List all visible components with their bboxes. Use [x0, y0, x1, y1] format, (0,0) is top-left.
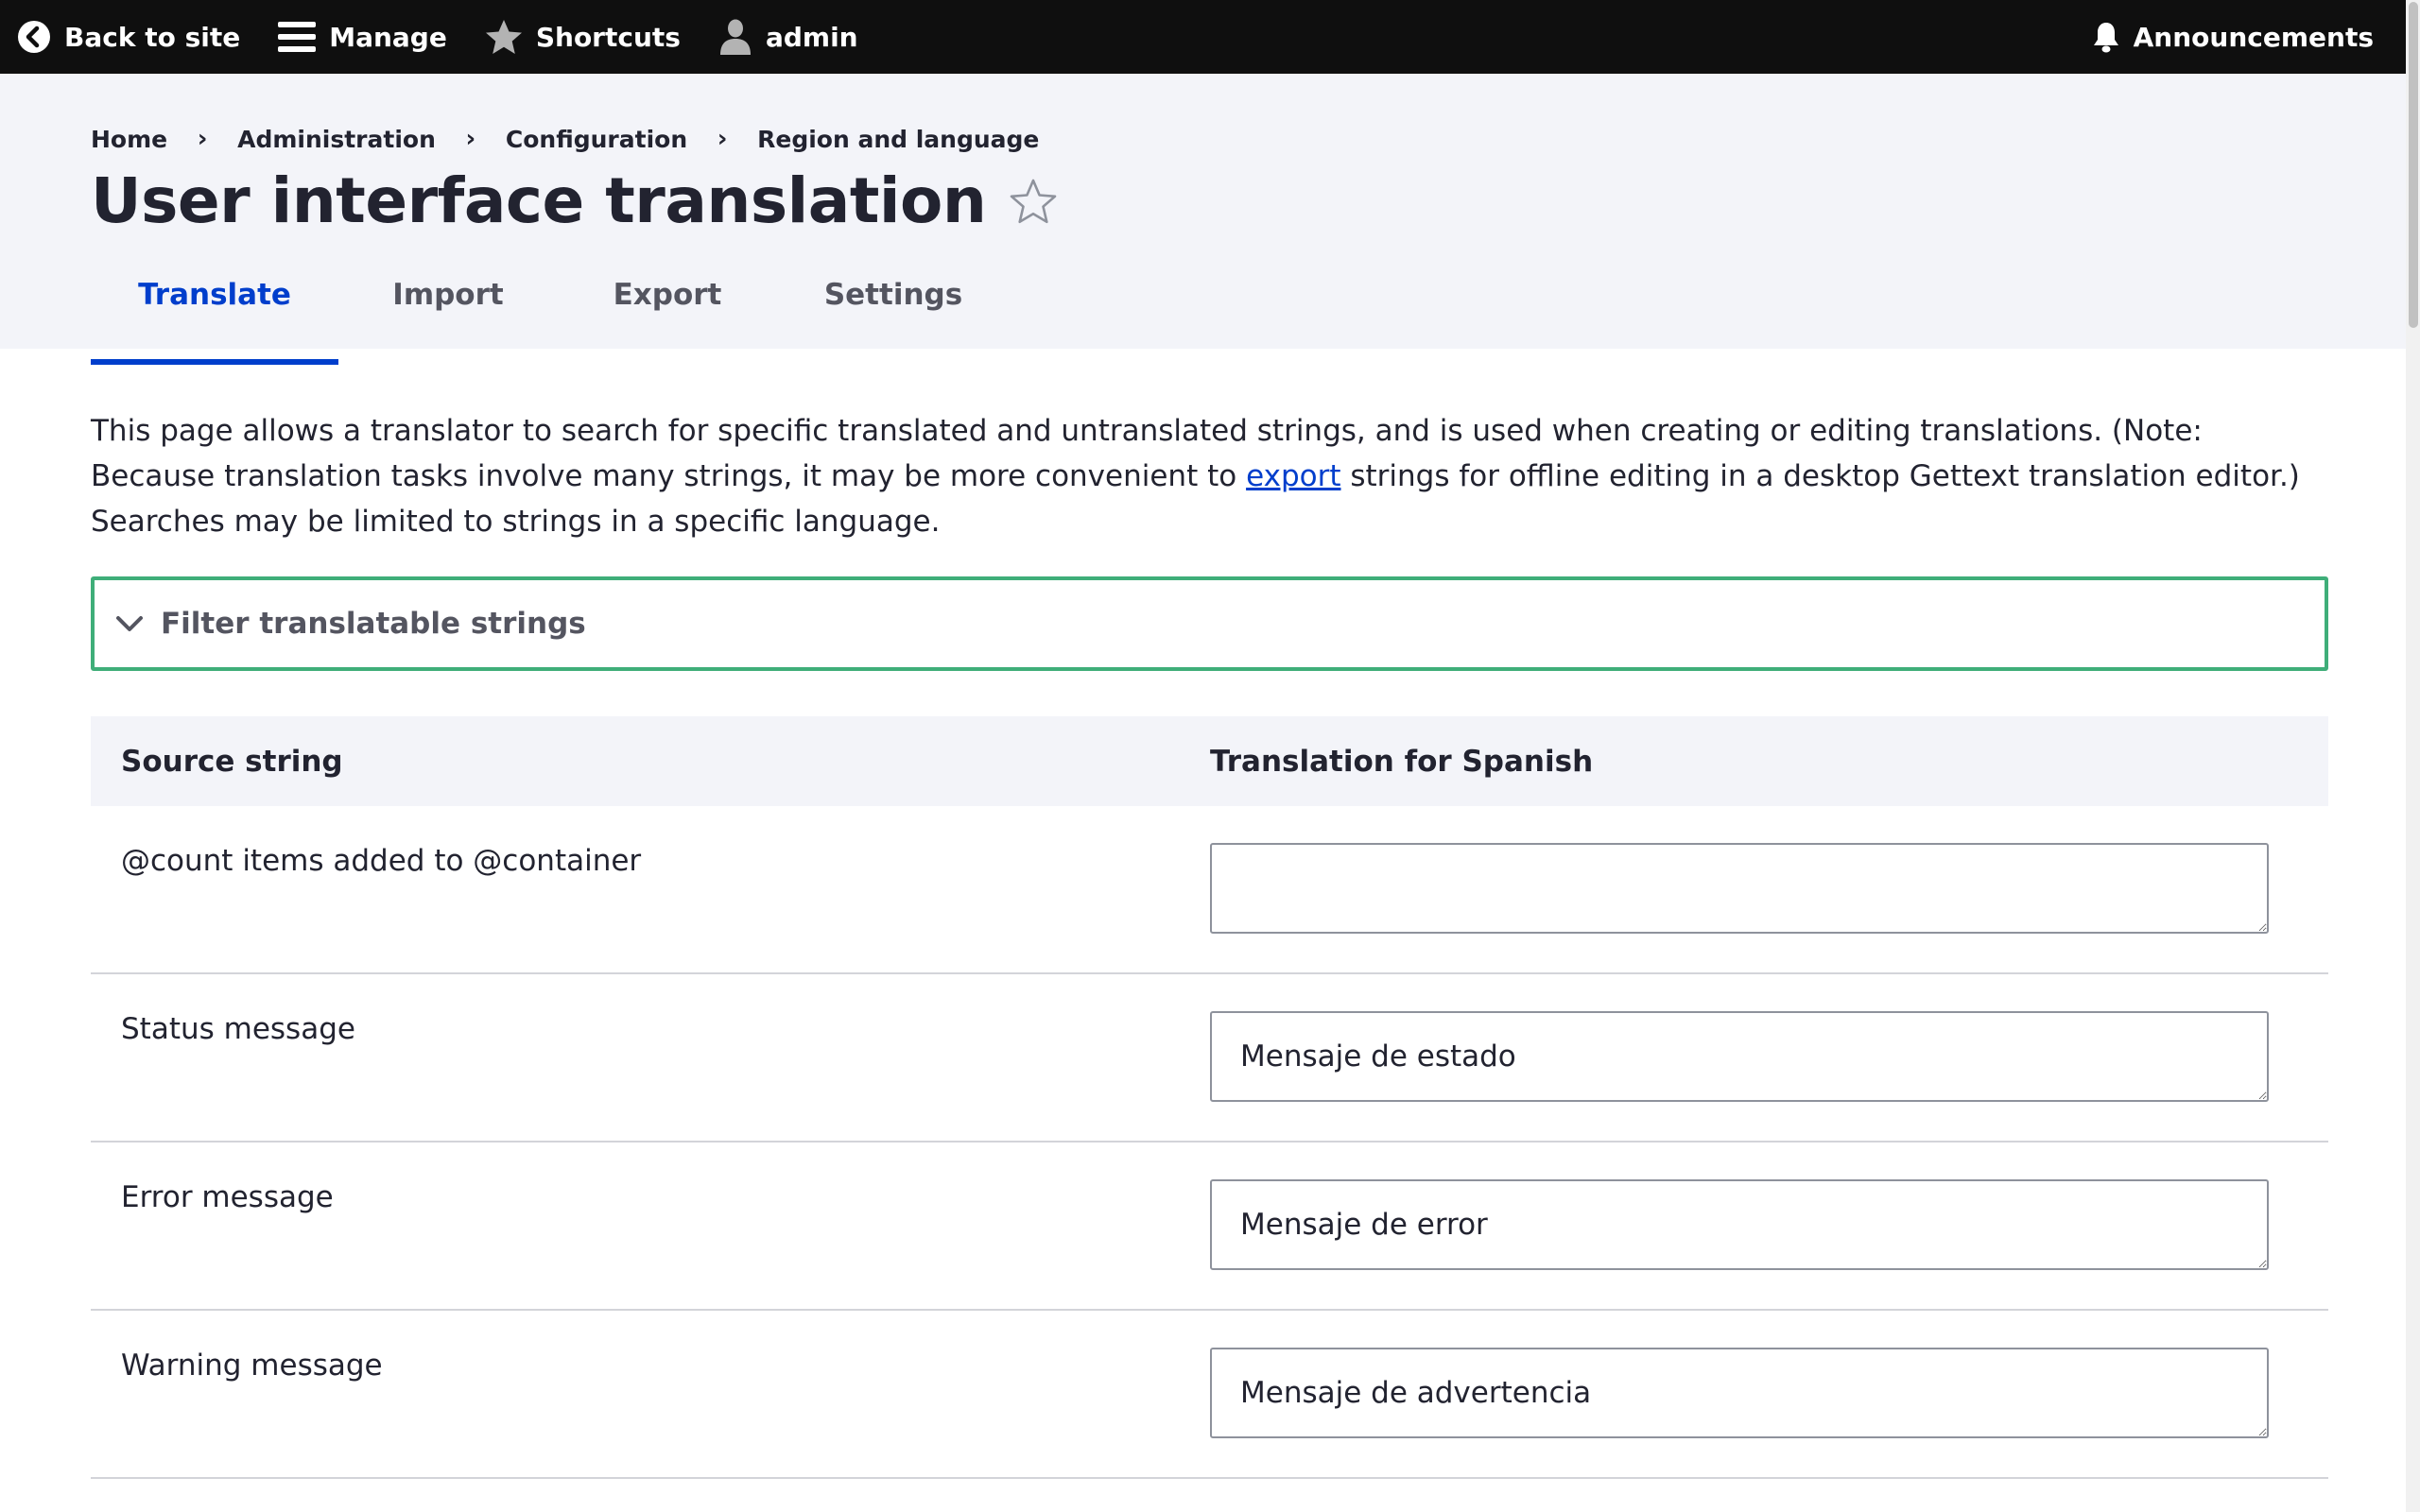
shortcuts-label: Shortcuts — [535, 21, 681, 53]
breadcrumb-administration[interactable]: Administration — [237, 126, 436, 153]
header-translation: Translation for Spanish — [1210, 744, 1594, 779]
breadcrumb-home[interactable]: Home — [91, 126, 167, 153]
page-header: Home › Administration › Configuration › … — [0, 74, 2406, 365]
translation-textarea[interactable] — [1210, 843, 2269, 934]
translation-textarea[interactable]: Mensaje de advertencia — [1210, 1348, 2269, 1438]
translation-textarea[interactable]: Mensaje de error — [1210, 1179, 2269, 1270]
translation-table: Source string Translation for Spanish @c… — [91, 716, 2328, 1479]
filter-label: Filter translatable strings — [161, 607, 586, 641]
source-string: Status message — [121, 1012, 355, 1046]
tab-import-label: Import — [392, 278, 504, 312]
tab-translate-label: Translate — [138, 278, 291, 312]
tab-import[interactable]: Import — [338, 272, 558, 359]
user-icon — [718, 19, 752, 55]
tab-settings-label: Settings — [823, 278, 963, 312]
page-scrollbar[interactable] — [2406, 0, 2420, 1512]
back-to-site-link[interactable]: Back to site — [0, 0, 259, 74]
table-row: Status message Mensaje de estado — [91, 974, 2328, 1143]
translation-cell: Mensaje de estado — [1210, 974, 2269, 1141]
tab-export[interactable]: Export — [558, 272, 777, 359]
user-menu-button[interactable]: admin — [700, 0, 877, 74]
admin-toolbar: Back to site Manage Shortcuts admin Anno… — [0, 0, 2406, 74]
breadcrumb-separator: › — [197, 125, 208, 153]
export-link[interactable]: export — [1246, 459, 1340, 493]
tab-export-label: Export — [613, 278, 722, 312]
table-row: @count items added to @container — [91, 806, 2328, 974]
shortcuts-menu-button[interactable]: Shortcuts — [466, 0, 700, 74]
table-row: Error message Mensaje de error — [91, 1143, 2328, 1311]
translation-cell: Mensaje de advertencia — [1210, 1311, 2269, 1477]
source-string: Error message — [121, 1180, 334, 1214]
primary-tabs: Translate Import Export Settings — [91, 272, 1010, 365]
table-header: Source string Translation for Spanish — [91, 716, 2328, 806]
star-icon — [485, 19, 523, 55]
breadcrumb-separator: › — [717, 125, 728, 153]
breadcrumb-region-language[interactable]: Region and language — [757, 126, 1039, 153]
hamburger-icon — [278, 20, 317, 54]
chevron-left-circle-icon — [17, 20, 51, 54]
breadcrumb: Home › Administration › Configuration › … — [91, 125, 1039, 153]
breadcrumb-separator: › — [465, 125, 476, 153]
bell-icon — [2092, 21, 2120, 53]
announcements-label: Announcements — [2133, 21, 2374, 53]
filter-translatable-strings-toggle[interactable]: Filter translatable strings — [91, 576, 2328, 671]
tab-settings[interactable]: Settings — [777, 272, 1010, 359]
translation-textarea[interactable]: Mensaje de estado — [1210, 1011, 2269, 1102]
manage-label: Manage — [329, 21, 447, 53]
breadcrumb-configuration[interactable]: Configuration — [506, 126, 687, 153]
back-to-site-label: Back to site — [64, 21, 241, 53]
source-string: Warning message — [121, 1349, 383, 1383]
add-shortcut-star-icon[interactable] — [1009, 178, 1058, 225]
translation-cell — [1210, 806, 2269, 972]
header-source-string: Source string — [121, 744, 343, 779]
translation-cell: Mensaje de error — [1210, 1143, 2269, 1309]
page-description: This page allows a translator to search … — [91, 408, 2331, 544]
source-string: @count items added to @container — [121, 844, 642, 878]
table-row: Warning message Mensaje de advertencia — [91, 1311, 2328, 1479]
chevron-down-icon — [115, 614, 144, 633]
user-label: admin — [765, 21, 858, 53]
announcements-button[interactable]: Announcements — [2073, 0, 2406, 74]
tab-translate[interactable]: Translate — [91, 272, 338, 365]
scrollbar-thumb[interactable] — [2409, 2, 2418, 328]
manage-menu-button[interactable]: Manage — [259, 0, 466, 74]
